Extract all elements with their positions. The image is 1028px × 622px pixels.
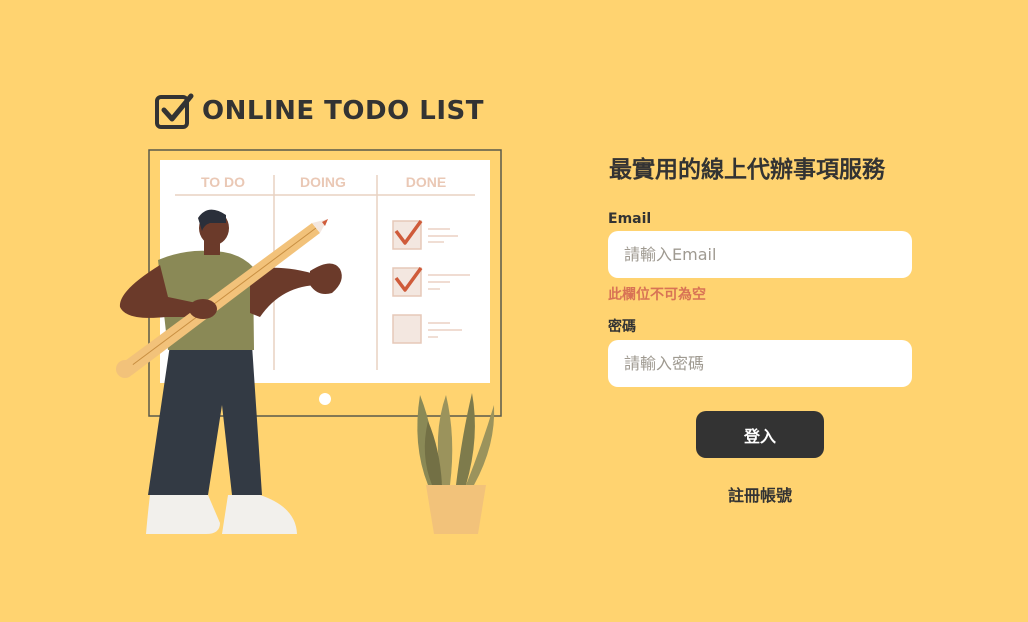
email-label: Email bbox=[608, 211, 652, 227]
board-column-done: DONE bbox=[406, 174, 446, 190]
app-logo: ONLINE TODO LIST bbox=[154, 92, 484, 130]
email-input[interactable] bbox=[608, 231, 912, 278]
login-panel: 最實用的線上代辦事項服務 Email 此欄位不可為空 密碼 登入 註冊帳號 bbox=[608, 150, 912, 506]
password-label: 密碼 bbox=[608, 319, 636, 335]
logo-text: ONLINE TODO LIST bbox=[202, 96, 484, 126]
login-page: ONLINE TODO LIST TO DO DOING DONE 最實用的線上… bbox=[0, 0, 1028, 622]
board-column-todo: TO DO bbox=[201, 174, 245, 190]
board-column-doing: DOING bbox=[300, 174, 346, 190]
login-button[interactable]: 登入 bbox=[696, 411, 824, 458]
todo-board-illustration: TO DO DOING DONE bbox=[116, 149, 502, 534]
checkbox-check-icon bbox=[155, 93, 194, 129]
plant-pot bbox=[417, 393, 495, 534]
email-error-message: 此欄位不可為空 bbox=[608, 287, 706, 303]
login-title: 最實用的線上代辦事項服務 bbox=[609, 157, 885, 183]
register-link[interactable]: 註冊帳號 bbox=[608, 482, 912, 506]
password-input[interactable] bbox=[608, 340, 912, 387]
